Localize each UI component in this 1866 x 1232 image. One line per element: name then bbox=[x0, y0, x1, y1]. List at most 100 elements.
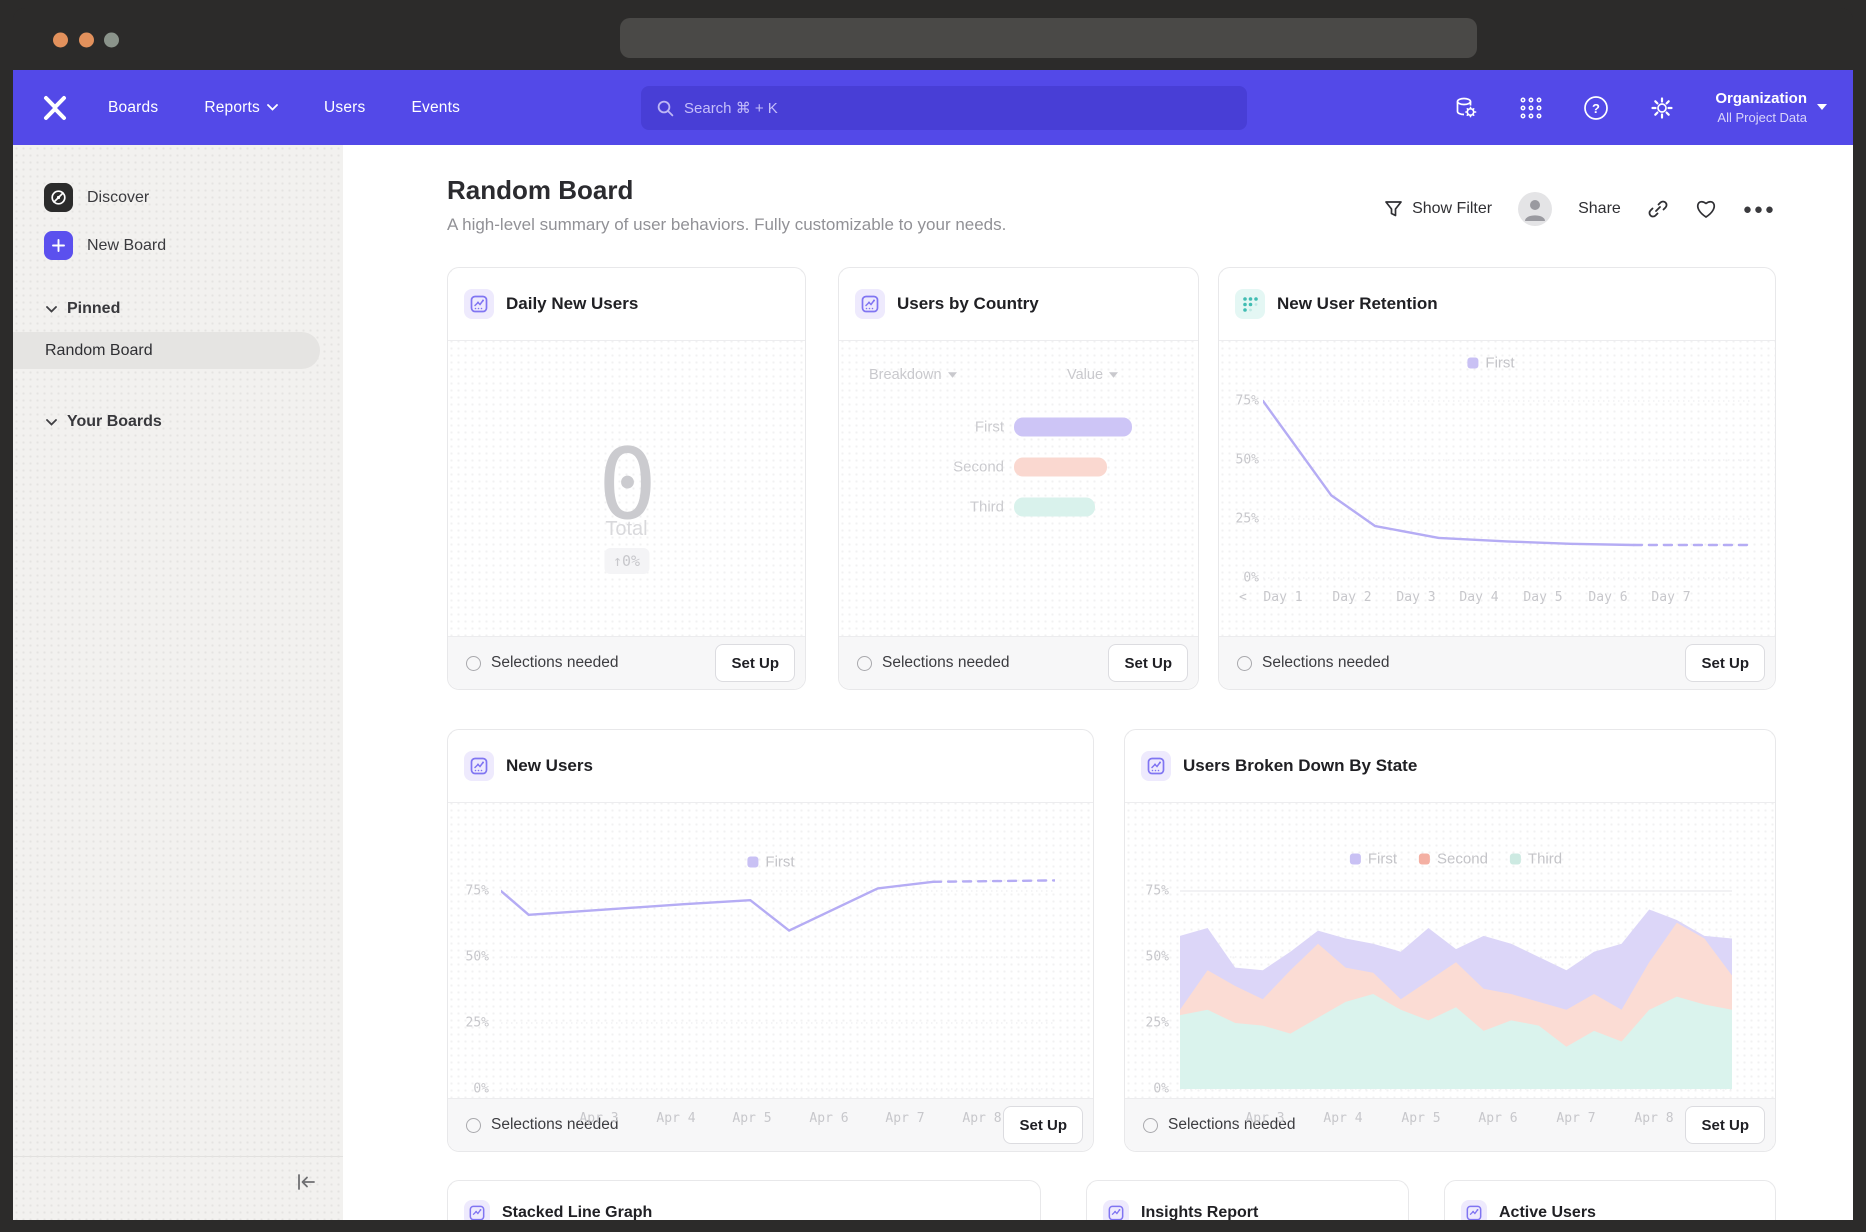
y-tick: 50% bbox=[445, 950, 489, 965]
set-up-button[interactable]: Set Up bbox=[1108, 644, 1188, 682]
mixpanel-logo-icon[interactable] bbox=[41, 94, 69, 122]
settings-gear-icon[interactable] bbox=[1649, 95, 1675, 121]
nav-item-boards[interactable]: Boards bbox=[108, 99, 158, 117]
sidebar-section-pinned[interactable]: Pinned bbox=[46, 300, 120, 318]
card-new-user-retention: New User Retention First < Selections ne… bbox=[1218, 267, 1776, 690]
insights-chart-icon bbox=[1461, 1200, 1487, 1220]
card-title: New User Retention bbox=[1277, 294, 1438, 314]
y-tick: 25% bbox=[1215, 512, 1259, 527]
filter-funnel-icon bbox=[1384, 200, 1403, 218]
bar-second bbox=[1014, 458, 1107, 477]
x-tick: Day 3 bbox=[1396, 590, 1435, 605]
card-title: Active Users bbox=[1499, 1204, 1596, 1220]
browser-address-bar[interactable] bbox=[620, 18, 1477, 58]
x-tick: Apr 7 bbox=[1556, 1111, 1595, 1126]
share-button[interactable]: Share bbox=[1578, 200, 1621, 218]
sidebar-section-your-boards[interactable]: Your Boards bbox=[46, 413, 162, 431]
favorite-heart-icon[interactable] bbox=[1695, 199, 1717, 219]
apps-grid-icon[interactable] bbox=[1519, 96, 1543, 120]
search-icon bbox=[657, 100, 674, 117]
set-up-button[interactable]: Set Up bbox=[1685, 644, 1765, 682]
traffic-light-zoom[interactable] bbox=[104, 33, 119, 48]
x-tick: Apr 4 bbox=[1323, 1111, 1362, 1126]
status-radio-icon bbox=[1237, 656, 1252, 671]
chart-legend: First Second Third bbox=[1350, 851, 1562, 868]
card-title: New Users bbox=[506, 756, 593, 776]
card-header: Insights Report bbox=[1087, 1181, 1408, 1220]
sidebar-item-random-board[interactable]: Random Board bbox=[13, 332, 320, 369]
set-up-button[interactable]: Set Up bbox=[1685, 1106, 1765, 1144]
insights-chart-icon bbox=[1141, 751, 1171, 781]
y-tick: 75% bbox=[1125, 884, 1169, 899]
set-up-button[interactable]: Set Up bbox=[1003, 1106, 1083, 1144]
sidebar: Discover New Board Pinned Random Board Y… bbox=[13, 145, 343, 1220]
card-footer: Selections needed Set Up bbox=[448, 636, 805, 689]
search-input[interactable]: Search ⌘ + K bbox=[641, 86, 1247, 130]
copy-link-icon[interactable] bbox=[1647, 198, 1669, 220]
page-title: Random Board bbox=[447, 175, 633, 206]
insights-chart-icon bbox=[464, 751, 494, 781]
card-new-users: New Users First Selections needed Set Up… bbox=[447, 729, 1094, 1152]
traffic-light-minimize[interactable] bbox=[79, 33, 94, 48]
metric-change-badge: ↑0% bbox=[604, 548, 649, 574]
insights-chart-icon bbox=[1103, 1200, 1129, 1220]
show-filter-button[interactable]: Show Filter bbox=[1384, 200, 1492, 218]
x-tick: Apr 3 bbox=[1245, 1111, 1284, 1126]
sidebar-label: New Board bbox=[87, 237, 166, 255]
card-stacked-line-graph: Stacked Line Graph bbox=[447, 1180, 1041, 1220]
x-tick: Day 7 bbox=[1651, 590, 1690, 605]
x-tick: Day 1 bbox=[1263, 590, 1302, 605]
caret-down-icon bbox=[1817, 104, 1827, 110]
card-insights-report: Insights Report bbox=[1086, 1180, 1409, 1220]
insights-chart-icon bbox=[464, 289, 494, 319]
help-icon[interactable]: ? bbox=[1583, 95, 1609, 121]
metric-label: Total bbox=[448, 518, 805, 541]
nav-item-events[interactable]: Events bbox=[411, 99, 460, 117]
org-switcher[interactable]: Organization All Project Data bbox=[1715, 89, 1827, 127]
legend-swatch bbox=[1510, 854, 1521, 865]
card-footer: Selections needed Set Up bbox=[1219, 636, 1775, 689]
card-title: Insights Report bbox=[1141, 1204, 1258, 1220]
data-management-icon[interactable] bbox=[1453, 95, 1479, 121]
card-footer: Selections needed Set Up bbox=[839, 636, 1198, 689]
value-dropdown[interactable]: Value bbox=[1067, 367, 1118, 383]
card-header: Users Broken Down By State bbox=[1125, 730, 1775, 803]
status-radio-icon bbox=[466, 1118, 481, 1133]
nav-item-reports[interactable]: Reports bbox=[204, 99, 278, 117]
card-daily-new-users: Daily New Users 0 Total ↑0% Selections n… bbox=[447, 267, 806, 690]
nav-item-users[interactable]: Users bbox=[324, 99, 365, 117]
state-area-chart bbox=[1180, 870, 1732, 1100]
y-tick: 0% bbox=[445, 1082, 489, 1097]
y-tick: 50% bbox=[1125, 950, 1169, 965]
nav-menu: Boards Reports Users Events bbox=[108, 70, 460, 145]
x-tick: Apr 7 bbox=[885, 1111, 924, 1126]
y-tick: 0% bbox=[1215, 571, 1259, 586]
window-titlebar bbox=[13, 8, 1853, 70]
sidebar-item-new-board[interactable]: New Board bbox=[44, 231, 166, 260]
x-tick: Day 6 bbox=[1588, 590, 1627, 605]
collapse-sidebar-icon[interactable] bbox=[289, 1167, 323, 1197]
y-tick: 50% bbox=[1215, 453, 1259, 468]
status-text: Selections needed bbox=[882, 654, 1108, 672]
legend-swatch bbox=[1350, 854, 1361, 865]
chevron-down-icon bbox=[46, 306, 57, 313]
bar-label: Third bbox=[874, 499, 1004, 516]
set-up-button[interactable]: Set Up bbox=[715, 644, 795, 682]
insights-chart-icon bbox=[464, 1200, 490, 1220]
retention-line-chart bbox=[1263, 388, 1751, 588]
legend-swatch bbox=[1419, 854, 1430, 865]
x-tick: Day 2 bbox=[1332, 590, 1371, 605]
breakdown-dropdown[interactable]: Breakdown bbox=[869, 367, 957, 383]
card-title: Users by Country bbox=[897, 294, 1039, 314]
search-placeholder: Search ⌘ + K bbox=[684, 99, 778, 117]
x-tick: Day 5 bbox=[1523, 590, 1562, 605]
bar-label: First bbox=[874, 419, 1004, 436]
sidebar-item-discover[interactable]: Discover bbox=[44, 183, 149, 212]
chart-legend: First bbox=[747, 854, 794, 871]
traffic-light-close[interactable] bbox=[53, 33, 68, 48]
y-tick: 75% bbox=[1215, 394, 1259, 409]
bar-label: Second bbox=[874, 459, 1004, 476]
more-options-icon[interactable]: ●●● bbox=[1743, 201, 1776, 218]
avatar[interactable] bbox=[1518, 192, 1552, 226]
svg-text:?: ? bbox=[1592, 101, 1600, 116]
